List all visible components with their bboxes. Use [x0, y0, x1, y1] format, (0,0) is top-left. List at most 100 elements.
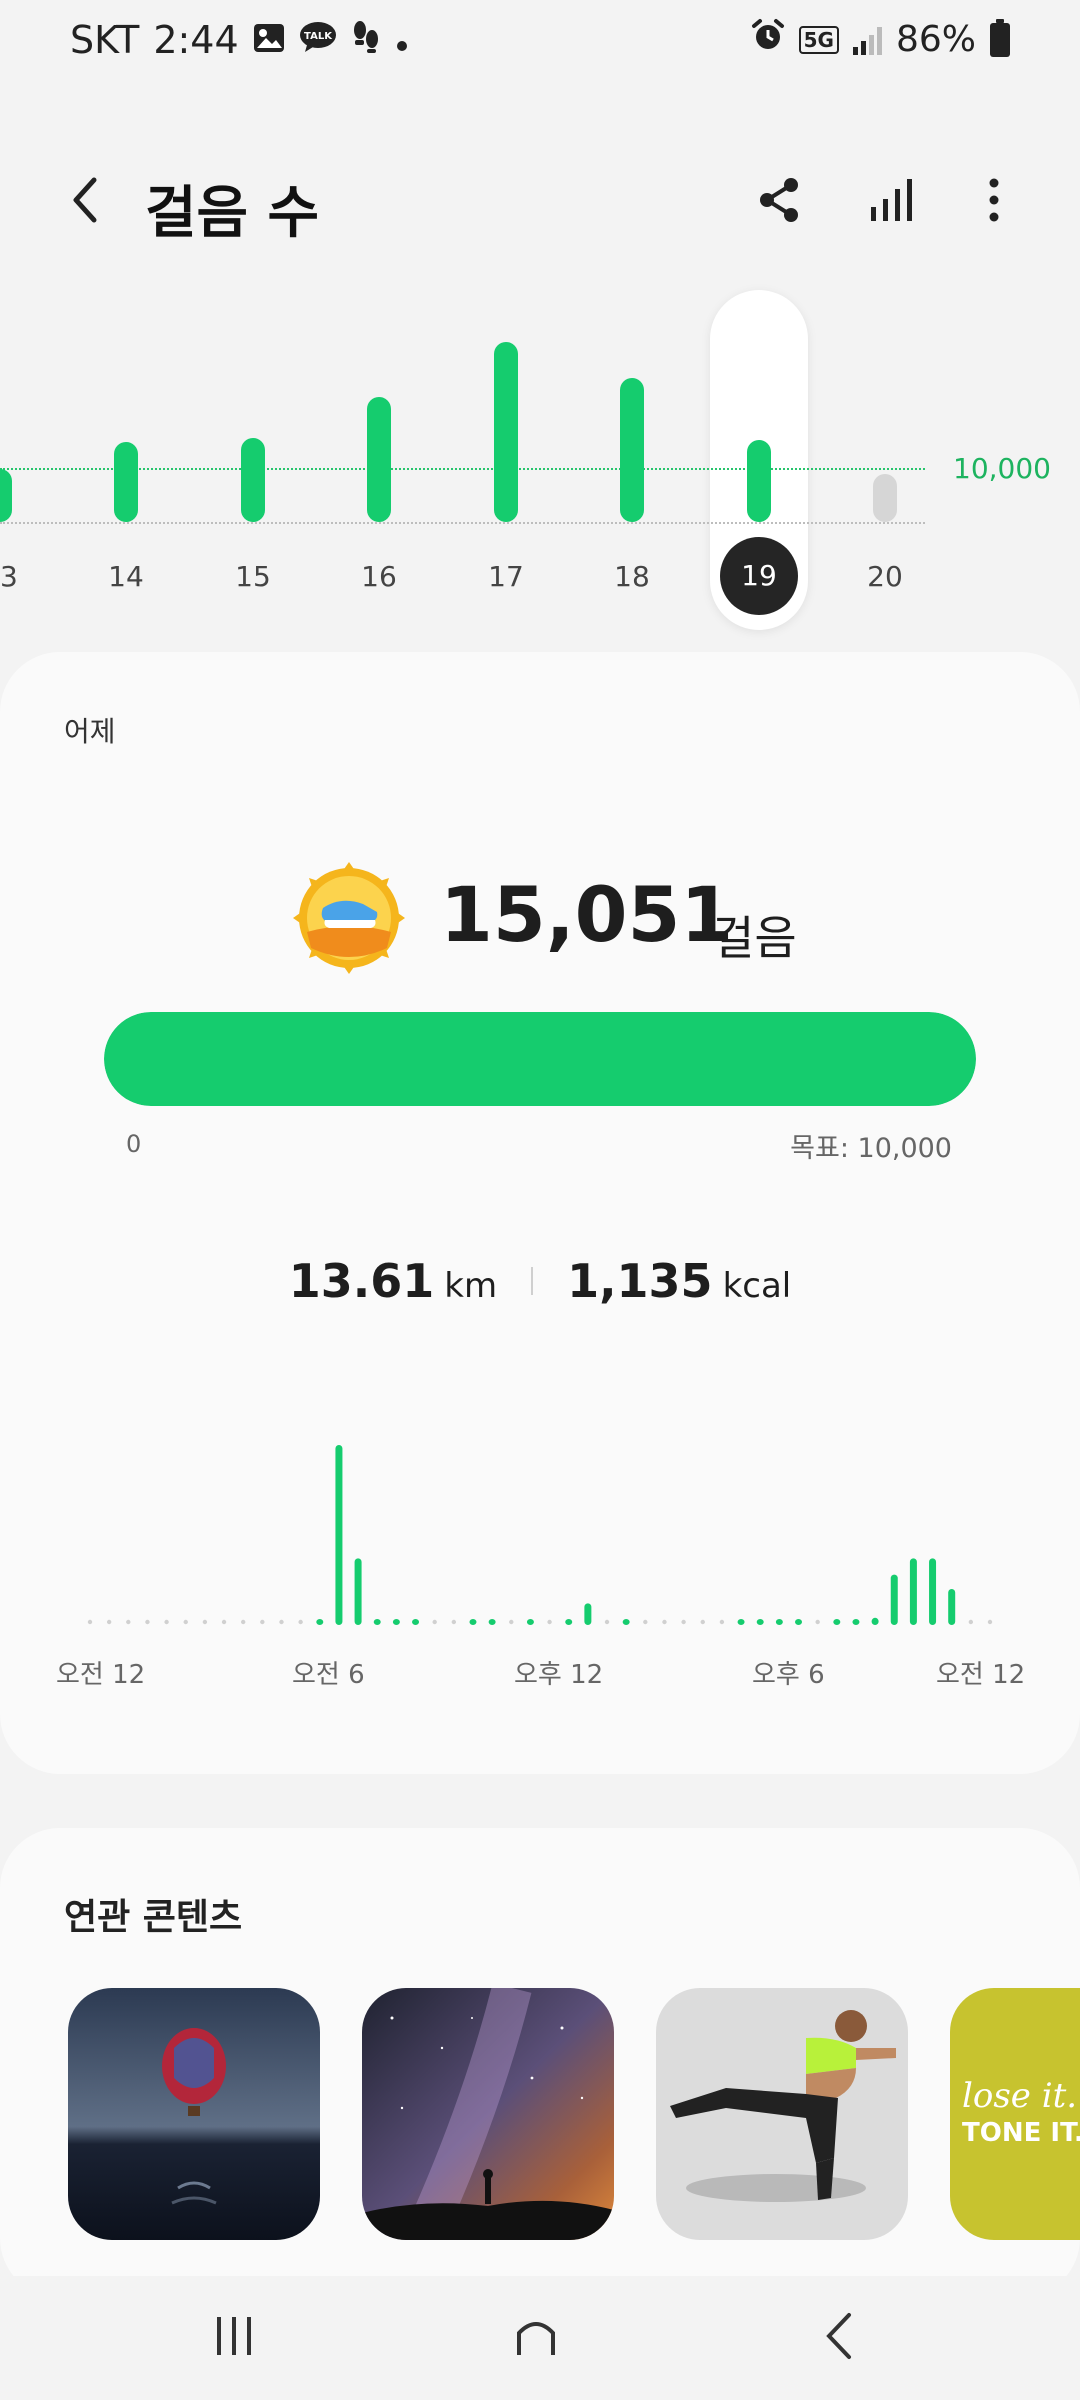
day-label-13[interactable]: 13 [0, 560, 35, 593]
hour-label-3: 오후 6 [752, 1660, 825, 1690]
status-bar: SKT 2:44 TALK 5G 86% [0, 0, 1080, 90]
steps-badge-icon [293, 862, 405, 974]
progress-goal-label: 목표: 10,000 [790, 1133, 952, 1164]
navigation-bar [0, 2276, 1080, 2400]
hour-empty-dot [662, 1619, 667, 1625]
day-bar-19[interactable] [747, 440, 771, 522]
lose-it-line2: TONE IT. [962, 2118, 1080, 2148]
related-item-milky-way[interactable] [362, 1988, 614, 2240]
recent-apps-icon [217, 2317, 251, 2355]
hour-bar [354, 1558, 362, 1625]
hour-empty-dot [221, 1619, 227, 1625]
related-content-title: 연관 콘텐츠 [64, 1897, 243, 1938]
goal-line [0, 468, 925, 470]
home-button[interactable] [496, 2306, 576, 2366]
hour-empty-dot [202, 1619, 208, 1625]
system-back-button[interactable] [800, 2306, 880, 2366]
day-bar-14[interactable] [114, 442, 138, 522]
related-item-lose-it-tone-it[interactable]: lose it. TONE IT. [950, 1988, 1080, 2240]
hour-bar [469, 1619, 477, 1625]
hour-bar [392, 1619, 400, 1625]
back-button[interactable] [58, 170, 118, 230]
hour-empty-dot [164, 1619, 169, 1625]
battery-icon [990, 18, 1010, 57]
hour-empty-dot [451, 1619, 457, 1625]
day-bar-17[interactable] [494, 341, 518, 522]
share-button[interactable] [750, 170, 810, 230]
day-bar-18[interactable] [620, 377, 644, 522]
calories-unit: kcal [722, 1266, 792, 1306]
recent-apps-button[interactable] [194, 2306, 274, 2366]
carrier-label: SKT [70, 18, 140, 62]
hour-bar [775, 1619, 783, 1625]
hour-empty-dot [815, 1619, 820, 1625]
steps-count: 15,051 [440, 870, 734, 959]
day-label: 어제 [64, 715, 116, 748]
hour-bar [526, 1619, 534, 1625]
hour-empty-dot [126, 1619, 131, 1625]
related-item-hot-air-balloon[interactable] [68, 1988, 320, 2240]
calories-value: 1,135 [567, 1254, 713, 1308]
hour-bar [412, 1619, 420, 1625]
svg-text:TALK: TALK [304, 31, 333, 42]
hour-empty-dot [298, 1619, 303, 1625]
day-label-15[interactable]: 15 [218, 560, 288, 593]
hour-label-1: 오전 6 [292, 1660, 365, 1690]
related-content-card: 연관 콘텐츠 lose it. TONE IT. [0, 1828, 1080, 2298]
hour-bar [756, 1619, 764, 1625]
balloon-image [68, 1988, 320, 2240]
day-label-16[interactable]: 16 [344, 560, 414, 593]
day-label-14[interactable]: 14 [91, 560, 161, 593]
hour-bar [852, 1619, 860, 1625]
hour-empty-dot [719, 1619, 725, 1625]
network-5g-badge: 5G [798, 25, 839, 54]
progress-min-label: 0 [126, 1130, 142, 1158]
day-label-19[interactable]: 19 [720, 537, 798, 615]
hour-bar [316, 1619, 324, 1625]
daily-summary-card: 어제 15,051 걸음 0 목표: 10,000 13.61 km 1,135 [0, 652, 1080, 1774]
hour-bar [948, 1589, 956, 1625]
battery-percent: 86% [895, 19, 976, 60]
lose-it-line1: lose it. [962, 2076, 1078, 2116]
back-arrow-icon [826, 2313, 851, 2359]
more-vertical-icon [989, 178, 999, 222]
gallery-icon [253, 18, 285, 62]
day-label-20[interactable]: 20 [850, 560, 920, 593]
hour-empty-dot [987, 1619, 993, 1625]
share-icon [760, 178, 798, 222]
hour-bar [373, 1619, 381, 1625]
hour-empty-dot [968, 1619, 974, 1625]
more-options-button[interactable] [964, 170, 1024, 230]
status-left: SKT 2:44 TALK [70, 18, 409, 62]
notification-dot-icon [395, 18, 409, 62]
stats-button[interactable] [862, 170, 922, 230]
steps-unit: 걸음 [712, 911, 797, 965]
hour-empty-dot [145, 1619, 150, 1625]
day-bar-13[interactable] [0, 468, 12, 522]
day-bar-20[interactable] [873, 474, 897, 522]
fitness-image [656, 1988, 908, 2240]
hour-bar [871, 1617, 879, 1625]
weekly-steps-chart[interactable]: 10,000 13 14 15 16 17 18 19 20 [0, 290, 1080, 630]
talk-icon: TALK [299, 18, 337, 62]
day-bar-15[interactable] [241, 438, 265, 522]
day-label-18[interactable]: 18 [597, 560, 667, 593]
hour-label-2: 오후 12 [514, 1660, 604, 1690]
hour-empty-dot [279, 1619, 284, 1625]
hour-label-4: 오전 12 [936, 1660, 1026, 1690]
day-label-17[interactable]: 17 [471, 560, 541, 593]
related-content-list[interactable]: lose it. TONE IT. [68, 1988, 1080, 2240]
milky-way-image [362, 1988, 614, 2240]
home-icon [517, 2322, 555, 2355]
related-item-fitness-woman[interactable] [656, 1988, 908, 2240]
clock: 2:44 [153, 18, 239, 62]
hour-bar [737, 1619, 745, 1625]
day-bar-16[interactable] [367, 396, 391, 522]
baseline [0, 522, 925, 524]
distance-value: 13.61 [288, 1254, 435, 1308]
goal-progress-bar [104, 1012, 976, 1106]
stats-row: 13.61 km 1,135 kcal [0, 1254, 1080, 1308]
hour-empty-dot [681, 1619, 686, 1625]
stats-divider [531, 1267, 534, 1295]
hour-bar [833, 1619, 841, 1625]
